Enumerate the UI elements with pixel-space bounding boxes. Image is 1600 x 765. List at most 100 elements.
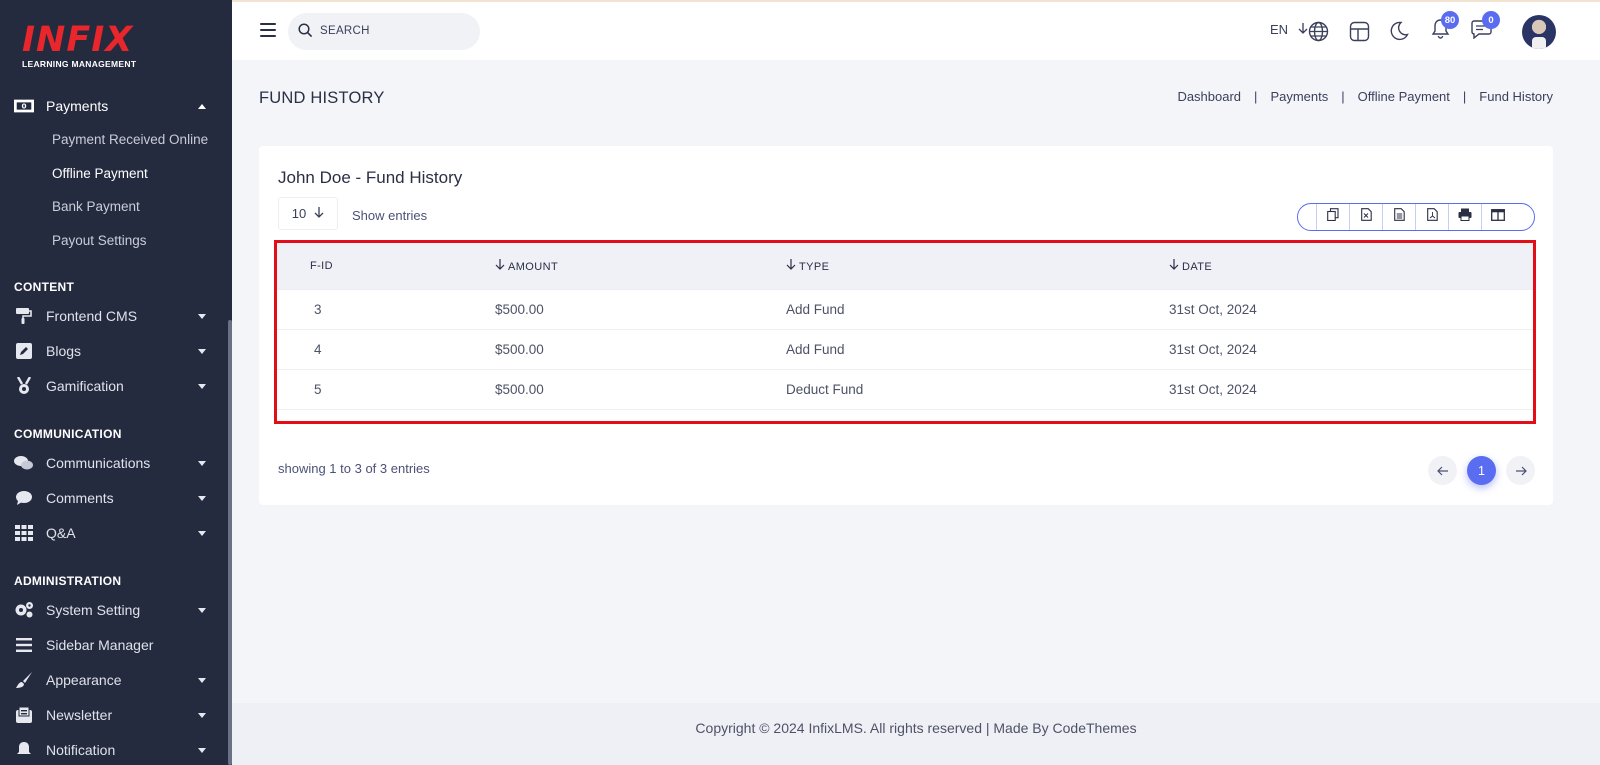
sidebar-item-system-setting[interactable]: System Setting — [0, 595, 228, 625]
search-input[interactable] — [320, 21, 470, 41]
breadcrumb-offline-payment[interactable]: Offline Payment — [1358, 89, 1450, 104]
entries-value: 10 — [291, 206, 307, 221]
brand-logo[interactable]: INFIX LEARNING MANAGEMENT — [22, 22, 182, 72]
menu-toggle-icon[interactable] — [260, 23, 276, 37]
sidebar-item-payments[interactable]: 0 Payments — [0, 91, 228, 121]
column-header-fid[interactable]: F-ID — [277, 243, 495, 289]
cell-amount: $500.00 — [495, 288, 786, 329]
chevron-down-icon — [198, 677, 206, 683]
sidebar-item-blogs[interactable]: Blogs — [0, 336, 228, 366]
sort-arrow-icon — [786, 258, 796, 273]
cell-type: Deduct Fund — [786, 368, 1169, 410]
print-icon — [1458, 208, 1472, 226]
messages-badge: 0 — [1482, 11, 1500, 29]
sort-arrow-icon — [495, 258, 505, 273]
cell-amount: $500.00 — [495, 368, 786, 410]
sidebar-item-newsletter[interactable]: Newsletter — [0, 700, 228, 730]
chevron-down-icon — [198, 313, 206, 319]
sidebar-item-sidebar-manager[interactable]: Sidebar Manager — [0, 630, 228, 660]
moon-icon[interactable] — [1388, 20, 1410, 42]
breadcrumb-separator: | — [1254, 89, 1258, 104]
cell-amount: $500.00 — [495, 328, 786, 369]
sidebar-item-frontend-cms[interactable]: Frontend CMS — [0, 301, 228, 331]
chat-bubbles-icon — [14, 453, 34, 473]
sidebar-item-comments[interactable]: Comments — [0, 483, 228, 513]
top-header: EN 80 0 — [232, 0, 1600, 60]
table-row: 3 $500.00 Add Fund 31st Oct, 2024 — [277, 288, 1533, 329]
cell-fid: 4 — [277, 328, 495, 369]
sidebar-scrollbar[interactable] — [228, 320, 232, 765]
cell-date: 31st Oct, 2024 — [1169, 328, 1533, 369]
grid-icon — [14, 523, 34, 543]
search-box[interactable] — [288, 13, 480, 50]
table-row: 4 $500.00 Add Fund 31st Oct, 2024 — [277, 328, 1533, 369]
sidebar-item-label: Blogs — [46, 343, 82, 359]
breadcrumb-dashboard[interactable]: Dashboard — [1177, 89, 1241, 104]
chevron-down-icon — [198, 383, 206, 389]
print-button[interactable] — [1448, 204, 1481, 230]
sidebar-item-label: Gamification — [46, 378, 124, 394]
page-button-current[interactable]: 1 — [1467, 456, 1496, 485]
breadcrumb-fund-history[interactable]: Fund History — [1479, 89, 1553, 104]
column-visibility-button[interactable] — [1481, 204, 1514, 230]
layout-icon[interactable] — [1348, 20, 1370, 42]
globe-icon[interactable] — [1307, 20, 1329, 42]
csv-button[interactable] — [1382, 204, 1415, 230]
sidebar-section-communication: COMMUNICATION — [14, 427, 122, 441]
sidebar-item-appearance[interactable]: Appearance — [0, 665, 228, 695]
sidebar-item-label: Appearance — [46, 672, 122, 688]
column-header-date[interactable]: DATE — [1169, 243, 1533, 289]
sidebar-item-communications[interactable]: Communications — [0, 448, 228, 478]
sidebar-item-label: Communications — [46, 455, 151, 471]
sidebar-subitem-payout-settings[interactable]: Payout Settings — [52, 233, 147, 248]
card-title: John Doe - Fund History — [278, 168, 463, 187]
language-selector[interactable]: EN — [1270, 22, 1308, 37]
columns-icon — [1491, 208, 1505, 226]
cell-fid: 5 — [277, 368, 495, 410]
newsletter-icon — [14, 705, 34, 725]
breadcrumb-separator: | — [1462, 89, 1467, 104]
user-avatar[interactable] — [1522, 15, 1556, 49]
chevron-down-icon — [198, 607, 206, 613]
copyright-text: Copyright © 2024 InfixLMS. All rights re… — [695, 720, 1137, 736]
excel-button[interactable] — [1349, 204, 1382, 230]
sidebar: INFIX LEARNING MANAGEMENT 0 Payments Pay… — [0, 0, 232, 765]
messages-button[interactable]: 0 — [1470, 11, 1500, 42]
sidebar-item-notification[interactable]: Notification — [0, 735, 228, 765]
notifications-button[interactable]: 80 — [1429, 11, 1459, 42]
next-page-button[interactable] — [1506, 456, 1535, 485]
breadcrumb-payments[interactable]: Payments — [1270, 89, 1328, 104]
chevron-down-icon — [198, 530, 206, 536]
sidebar-item-label: System Setting — [46, 602, 141, 618]
brush-icon — [14, 670, 34, 690]
previous-page-button[interactable] — [1428, 456, 1457, 485]
column-header-amount[interactable]: AMOUNT — [495, 243, 786, 289]
page-title: FUND HISTORY — [259, 89, 385, 107]
fund-history-table: F-ID AMOUNT TYPE DATE 3 $500.00 Add Fund… — [277, 243, 1533, 410]
copy-button[interactable] — [1316, 204, 1349, 230]
sidebar-subitem-payment-received-online[interactable]: Payment Received Online — [52, 132, 208, 147]
sort-arrow-icon — [1169, 258, 1179, 273]
entries-select[interactable]: 10 — [278, 197, 338, 230]
column-header-type[interactable]: TYPE — [786, 243, 1169, 289]
sidebar-item-label: Sidebar Manager — [46, 637, 154, 653]
sidebar-subitem-offline-payment[interactable]: Offline Payment — [52, 166, 148, 181]
footer: Copyright © 2024 InfixLMS. All rights re… — [232, 703, 1600, 765]
pagination: 1 — [1428, 456, 1535, 485]
gears-icon — [14, 600, 34, 620]
sidebar-item-gamification[interactable]: Gamification — [0, 371, 228, 401]
sidebar-item-qa[interactable]: Q&A — [0, 518, 228, 548]
sidebar-section-administration: ADMINISTRATION — [14, 574, 122, 588]
sidebar-item-label: Q&A — [46, 525, 76, 541]
pdf-button[interactable] — [1415, 204, 1448, 230]
cell-date: 31st Oct, 2024 — [1169, 288, 1533, 329]
entries-info: showing 1 to 3 of 3 entries — [278, 461, 430, 476]
comment-icon — [14, 488, 34, 508]
sidebar-item-label: Comments — [46, 490, 114, 506]
brand-name: INFIX — [22, 20, 134, 60]
file-pdf-icon — [1426, 208, 1438, 226]
arrow-left-icon — [1436, 463, 1449, 479]
sidebar-subitem-bank-payment[interactable]: Bank Payment — [52, 199, 140, 214]
notifications-badge: 80 — [1441, 11, 1459, 29]
export-buttons — [1297, 203, 1535, 231]
